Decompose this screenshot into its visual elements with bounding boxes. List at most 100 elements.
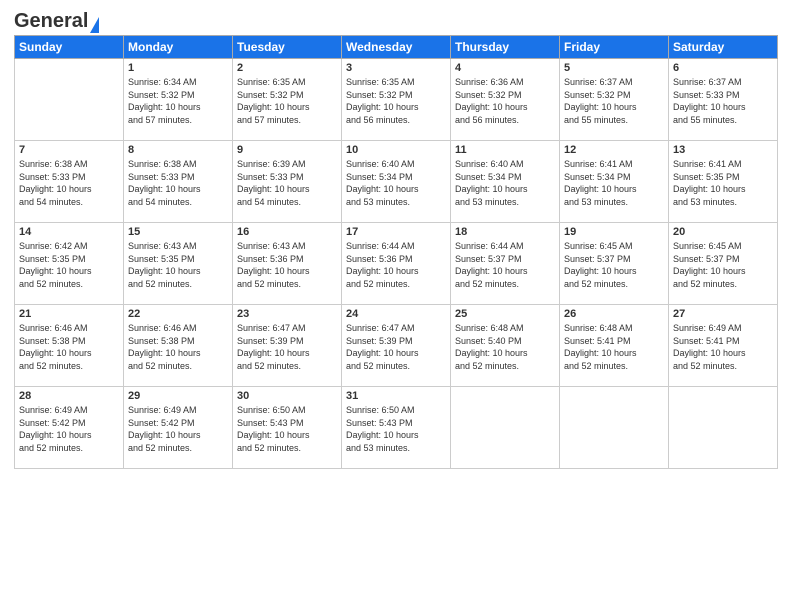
day-number: 8 (128, 144, 228, 156)
day-number: 4 (455, 62, 555, 74)
cell-info: Sunrise: 6:47 AMSunset: 5:39 PMDaylight:… (237, 322, 337, 372)
day-number: 30 (237, 390, 337, 402)
calendar-cell: 10 Sunrise: 6:40 AMSunset: 5:34 PMDayligh… (342, 141, 451, 223)
cell-info: Sunrise: 6:36 AMSunset: 5:32 PMDaylight:… (455, 76, 555, 126)
cell-info: Sunrise: 6:41 AMSunset: 5:35 PMDaylight:… (673, 158, 773, 208)
cell-info: Sunrise: 6:37 AMSunset: 5:32 PMDaylight:… (564, 76, 664, 126)
day-number: 12 (564, 144, 664, 156)
day-number: 2 (237, 62, 337, 74)
cell-info: Sunrise: 6:37 AMSunset: 5:33 PMDaylight:… (673, 76, 773, 126)
cell-info: Sunrise: 6:44 AMSunset: 5:37 PMDaylight:… (455, 240, 555, 290)
header: General (14, 10, 778, 29)
calendar-cell: 28 Sunrise: 6:49 AMSunset: 5:42 PMDayligh… (15, 387, 124, 469)
day-number: 21 (19, 308, 119, 320)
day-number: 3 (346, 62, 446, 74)
calendar-cell: 30 Sunrise: 6:50 AMSunset: 5:43 PMDayligh… (233, 387, 342, 469)
calendar-cell: 21Sunrise: 6:46 AMSunset: 5:38 PMDayligh… (15, 305, 124, 387)
calendar-cell: 4 Sunrise: 6:36 AMSunset: 5:32 PMDaylight… (451, 59, 560, 141)
cell-info: Sunrise: 6:38 AMSunset: 5:33 PMDaylight:… (128, 158, 228, 208)
calendar-cell: 27 Sunrise: 6:49 AMSunset: 5:41 PMDayligh… (669, 305, 778, 387)
cell-info: Sunrise: 6:48 AMSunset: 5:41 PMDaylight:… (564, 322, 664, 372)
calendar-cell: 17Sunrise: 6:44 AMSunset: 5:36 PMDayligh… (342, 223, 451, 305)
calendar-cell: 9Sunrise: 6:39 AMSunset: 5:33 PMDaylight… (233, 141, 342, 223)
cell-info: Sunrise: 6:39 AMSunset: 5:33 PMDaylight:… (237, 158, 337, 208)
cell-info: Sunrise: 6:48 AMSunset: 5:40 PMDaylight:… (455, 322, 555, 372)
cell-info: Sunrise: 6:38 AMSunset: 5:33 PMDaylight:… (19, 158, 119, 208)
day-number: 15 (128, 226, 228, 238)
cell-info: Sunrise: 6:45 AMSunset: 5:37 PMDaylight:… (673, 240, 773, 290)
calendar-cell: 31Sunrise: 6:50 AMSunset: 5:43 PMDayligh… (342, 387, 451, 469)
day-number: 23 (237, 308, 337, 320)
weekday-header-tuesday: Tuesday (233, 36, 342, 59)
weekday-header-saturday: Saturday (669, 36, 778, 59)
day-number: 7 (19, 144, 119, 156)
calendar-cell: 18Sunrise: 6:44 AMSunset: 5:37 PMDayligh… (451, 223, 560, 305)
logo-triangle-icon (90, 17, 99, 33)
calendar-cell (451, 387, 560, 469)
logo: General (14, 10, 99, 29)
cell-info: Sunrise: 6:43 AMSunset: 5:36 PMDaylight:… (237, 240, 337, 290)
calendar-cell: 22Sunrise: 6:46 AMSunset: 5:38 PMDayligh… (124, 305, 233, 387)
calendar-cell: 6 Sunrise: 6:37 AMSunset: 5:33 PMDaylight… (669, 59, 778, 141)
day-number: 6 (673, 62, 773, 74)
calendar-cell: 11Sunrise: 6:40 AMSunset: 5:34 PMDayligh… (451, 141, 560, 223)
day-number: 27 (673, 308, 773, 320)
calendar-cell: 23 Sunrise: 6:47 AMSunset: 5:39 PMDayligh… (233, 305, 342, 387)
day-number: 22 (128, 308, 228, 320)
calendar-cell: 7 Sunrise: 6:38 AMSunset: 5:33 PMDaylight… (15, 141, 124, 223)
day-number: 16 (237, 226, 337, 238)
calendar-week-5: 28 Sunrise: 6:49 AMSunset: 5:42 PMDayligh… (15, 387, 778, 469)
day-number: 24 (346, 308, 446, 320)
cell-info: Sunrise: 6:49 AMSunset: 5:42 PMDaylight:… (128, 404, 228, 454)
day-number: 14 (19, 226, 119, 238)
day-number: 17 (346, 226, 446, 238)
weekday-header-sunday: Sunday (15, 36, 124, 59)
page-container: General SundayMondayTuesdayWednesdayThur… (0, 0, 792, 612)
calendar-cell: 12 Sunrise: 6:41 AMSunset: 5:34 PMDayligh… (560, 141, 669, 223)
calendar-week-4: 21Sunrise: 6:46 AMSunset: 5:38 PMDayligh… (15, 305, 778, 387)
calendar-cell: 25 Sunrise: 6:48 AMSunset: 5:40 PMDayligh… (451, 305, 560, 387)
day-number: 29 (128, 390, 228, 402)
cell-info: Sunrise: 6:34 AMSunset: 5:32 PMDaylight:… (128, 76, 228, 126)
calendar-week-3: 14Sunrise: 6:42 AMSunset: 5:35 PMDayligh… (15, 223, 778, 305)
cell-info: Sunrise: 6:45 AMSunset: 5:37 PMDaylight:… (564, 240, 664, 290)
cell-info: Sunrise: 6:49 AMSunset: 5:41 PMDaylight:… (673, 322, 773, 372)
cell-info: Sunrise: 6:50 AMSunset: 5:43 PMDaylight:… (346, 404, 446, 454)
calendar-cell: 1 Sunrise: 6:34 AMSunset: 5:32 PMDaylight… (124, 59, 233, 141)
cell-info: Sunrise: 6:50 AMSunset: 5:43 PMDaylight:… (237, 404, 337, 454)
cell-info: Sunrise: 6:41 AMSunset: 5:34 PMDaylight:… (564, 158, 664, 208)
calendar-cell: 29 Sunrise: 6:49 AMSunset: 5:42 PMDayligh… (124, 387, 233, 469)
day-number: 10 (346, 144, 446, 156)
weekday-header-monday: Monday (124, 36, 233, 59)
calendar-cell: 8 Sunrise: 6:38 AMSunset: 5:33 PMDaylight… (124, 141, 233, 223)
logo-line1: General (14, 10, 99, 33)
cell-info: Sunrise: 6:43 AMSunset: 5:35 PMDaylight:… (128, 240, 228, 290)
cell-info: Sunrise: 6:40 AMSunset: 5:34 PMDaylight:… (455, 158, 555, 208)
calendar-cell: 3Sunrise: 6:35 AMSunset: 5:32 PMDaylight… (342, 59, 451, 141)
day-number: 25 (455, 308, 555, 320)
calendar-cell (669, 387, 778, 469)
calendar-week-2: 7 Sunrise: 6:38 AMSunset: 5:33 PMDaylight… (15, 141, 778, 223)
day-number: 28 (19, 390, 119, 402)
calendar-week-1: 1 Sunrise: 6:34 AMSunset: 5:32 PMDaylight… (15, 59, 778, 141)
calendar-cell: 13Sunrise: 6:41 AMSunset: 5:35 PMDayligh… (669, 141, 778, 223)
calendar-cell: 26 Sunrise: 6:48 AMSunset: 5:41 PMDayligh… (560, 305, 669, 387)
calendar-cell: 15 Sunrise: 6:43 AMSunset: 5:35 PMDayligh… (124, 223, 233, 305)
calendar-cell: 20 Sunrise: 6:45 AMSunset: 5:37 PMDayligh… (669, 223, 778, 305)
cell-info: Sunrise: 6:49 AMSunset: 5:42 PMDaylight:… (19, 404, 119, 454)
day-number: 1 (128, 62, 228, 74)
day-number: 19 (564, 226, 664, 238)
day-number: 20 (673, 226, 773, 238)
day-number: 26 (564, 308, 664, 320)
calendar-cell (560, 387, 669, 469)
weekday-header-wednesday: Wednesday (342, 36, 451, 59)
calendar-cell (15, 59, 124, 141)
calendar-cell: 5 Sunrise: 6:37 AMSunset: 5:32 PMDaylight… (560, 59, 669, 141)
day-number: 5 (564, 62, 664, 74)
calendar-cell: 2 Sunrise: 6:35 AMSunset: 5:32 PMDaylight… (233, 59, 342, 141)
cell-info: Sunrise: 6:40 AMSunset: 5:34 PMDaylight:… (346, 158, 446, 208)
weekday-header-thursday: Thursday (451, 36, 560, 59)
weekday-header-friday: Friday (560, 36, 669, 59)
calendar-cell: 16 Sunrise: 6:43 AMSunset: 5:36 PMDayligh… (233, 223, 342, 305)
cell-info: Sunrise: 6:35 AMSunset: 5:32 PMDaylight:… (237, 76, 337, 126)
